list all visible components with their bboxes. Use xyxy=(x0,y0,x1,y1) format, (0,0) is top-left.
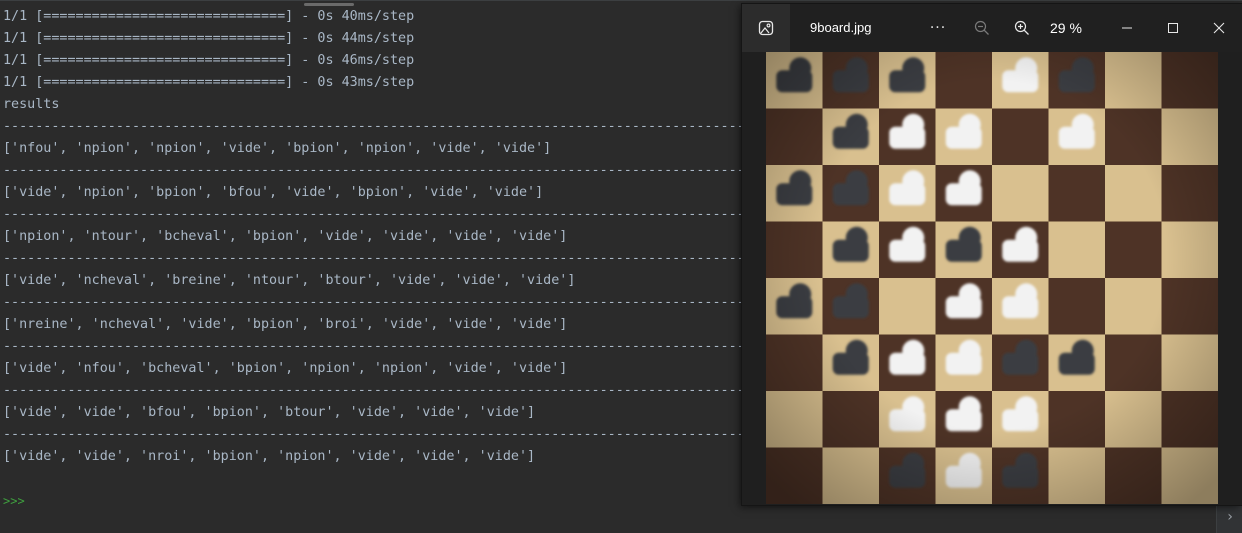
chevron-right-icon: › xyxy=(1225,509,1235,525)
result-row: ['npion', 'ntour', 'bcheval', 'bpion', '… xyxy=(3,229,568,244)
zoom-in-button[interactable] xyxy=(1006,4,1038,52)
result-row: ['vide', 'nfou', 'bcheval', 'bpion', 'np… xyxy=(3,361,568,376)
zoom-out-button[interactable] xyxy=(966,4,998,52)
result-row: ['vide', 'ncheval', 'breine', 'ntour', '… xyxy=(3,273,576,288)
separator-line: ----------------------------------------… xyxy=(3,251,810,266)
zoom-in-icon xyxy=(1014,20,1029,35)
result-row: ['vide', 'npion', 'bpion', 'bfou', 'vide… xyxy=(3,185,544,200)
separator-line: ----------------------------------------… xyxy=(3,119,810,134)
close-icon xyxy=(1213,22,1225,34)
separator-line: ----------------------------------------… xyxy=(3,383,810,398)
separator-line: ----------------------------------------… xyxy=(3,207,810,222)
zoom-level[interactable]: 29 % xyxy=(1050,4,1082,52)
more-icon: ··· xyxy=(929,20,947,36)
console-line: 1/1 [==============================] - 0… xyxy=(3,31,415,46)
separator-line: ----------------------------------------… xyxy=(3,427,810,442)
chessboard-photo xyxy=(766,52,1218,504)
more-options-button[interactable]: ··· xyxy=(922,4,954,52)
console-line: 1/1 [==============================] - 0… xyxy=(3,75,415,90)
zoom-out-icon xyxy=(974,20,989,35)
minimize-icon xyxy=(1122,27,1132,29)
result-row: ['nreine', 'ncheval', 'vide', 'bpion', '… xyxy=(3,317,568,332)
console-line: 1/1 [==============================] - 0… xyxy=(3,9,415,24)
console-prompt[interactable]: >>> xyxy=(3,490,25,512)
photo-app-icon[interactable] xyxy=(742,4,790,52)
result-row: ['nfou', 'npion', 'npion', 'vide', 'bpio… xyxy=(3,141,552,156)
photo-viewer-window[interactable]: 9board.jpg ··· 29 % xyxy=(742,4,1242,505)
close-button[interactable] xyxy=(1196,4,1242,52)
viewer-titlebar[interactable]: 9board.jpg ··· 29 % xyxy=(742,4,1242,52)
file-name: 9board.jpg xyxy=(810,20,872,35)
maximize-icon xyxy=(1168,23,1178,33)
maximize-button[interactable] xyxy=(1150,4,1196,52)
image-canvas[interactable] xyxy=(742,52,1242,505)
result-row: ['vide', 'vide', 'bfou', 'bpion', 'btour… xyxy=(3,405,536,420)
result-row: ['vide', 'vide', 'nroi', 'bpion', 'npion… xyxy=(3,449,536,464)
separator-line: ----------------------------------------… xyxy=(3,339,810,354)
separator-line: ----------------------------------------… xyxy=(3,163,810,178)
separator-line: ----------------------------------------… xyxy=(3,295,810,310)
console-top-border xyxy=(0,0,1242,1)
results-label: results xyxy=(3,97,60,112)
console-line: 1/1 [==============================] - 0… xyxy=(3,53,415,68)
scroll-right-button[interactable]: › xyxy=(1216,504,1242,533)
minimize-button[interactable] xyxy=(1104,4,1150,52)
